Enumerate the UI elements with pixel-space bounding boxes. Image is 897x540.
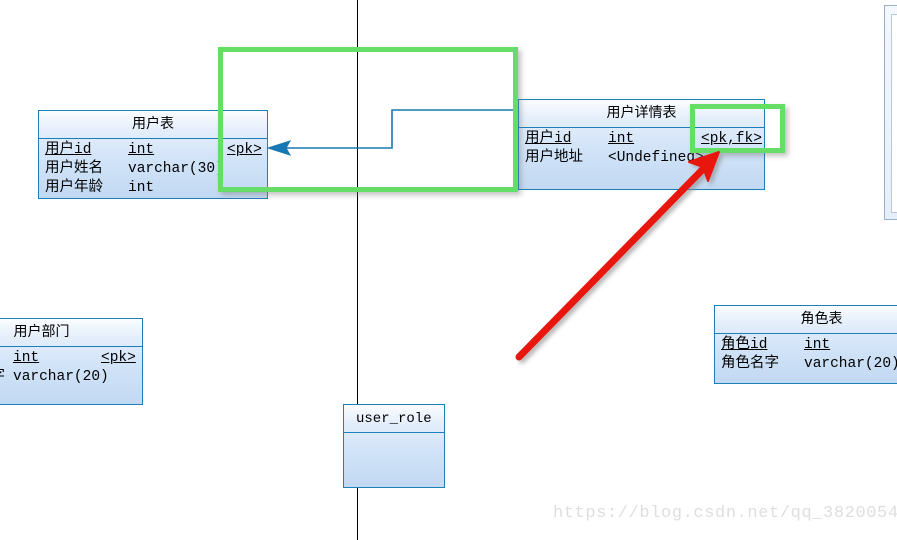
attribute-type: int	[608, 131, 635, 147]
attribute-name: 用户地址	[525, 150, 583, 166]
entity-user-role-table[interactable]: user_role	[343, 404, 445, 488]
entity-user-department-table[interactable]: 用户部门 部门id int <pk> 部门名字 varchar(20)	[0, 318, 143, 405]
entity-title: user_role	[344, 405, 444, 433]
attribute-name: 用户id	[45, 142, 92, 158]
right-edge-panel	[884, 5, 897, 220]
attribute-name: 角色名字	[721, 356, 779, 372]
entity-attribute-list: 部门id int <pk> 部门名字 varchar(20)	[0, 347, 142, 387]
entity-attribute-list: 角色id int 角色名字 varchar(20)	[715, 334, 897, 374]
attribute-name: 用户id	[525, 131, 572, 147]
attribute-name: 部门名字	[0, 368, 5, 387]
highlight-rect-relationship	[218, 47, 518, 192]
attribute-row[interactable]: 部门id int <pk>	[0, 349, 142, 368]
attribute-type: int	[128, 180, 155, 196]
right-edge-panel-inner	[891, 14, 897, 213]
attribute-row[interactable]: 部门名字 varchar(20)	[0, 368, 142, 387]
attribute-type: int	[804, 337, 831, 353]
attribute-key: <pk>	[101, 350, 136, 366]
entity-title: 角色表	[715, 306, 897, 334]
attribute-type: int	[13, 350, 40, 366]
attribute-type: varchar(20)	[804, 356, 897, 372]
attribute-name: 用户年龄	[45, 180, 103, 196]
er-diagram-canvas: 用户表 用户id int <pk> 用户姓名 varchar(30) 用户年龄 …	[0, 0, 897, 540]
attribute-name: 用户姓名	[45, 161, 103, 177]
attribute-row[interactable]: 角色id int	[715, 336, 897, 355]
attribute-type: int	[128, 142, 155, 158]
entity-attribute-list	[344, 433, 444, 435]
watermark-text: https://blog.csdn.net/qq_38200548	[553, 504, 897, 523]
attribute-row[interactable]: 角色名字 varchar(20)	[715, 355, 897, 374]
entity-title: 用户部门	[0, 319, 142, 347]
attribute-type: varchar(20)	[13, 369, 109, 385]
attribute-name: 角色id	[721, 337, 768, 353]
attribute-type: varchar(30)	[128, 161, 224, 177]
highlight-rect-pk-fk-key	[690, 104, 785, 153]
entity-role-table[interactable]: 角色表 角色id int 角色名字 varchar(20)	[714, 305, 897, 384]
